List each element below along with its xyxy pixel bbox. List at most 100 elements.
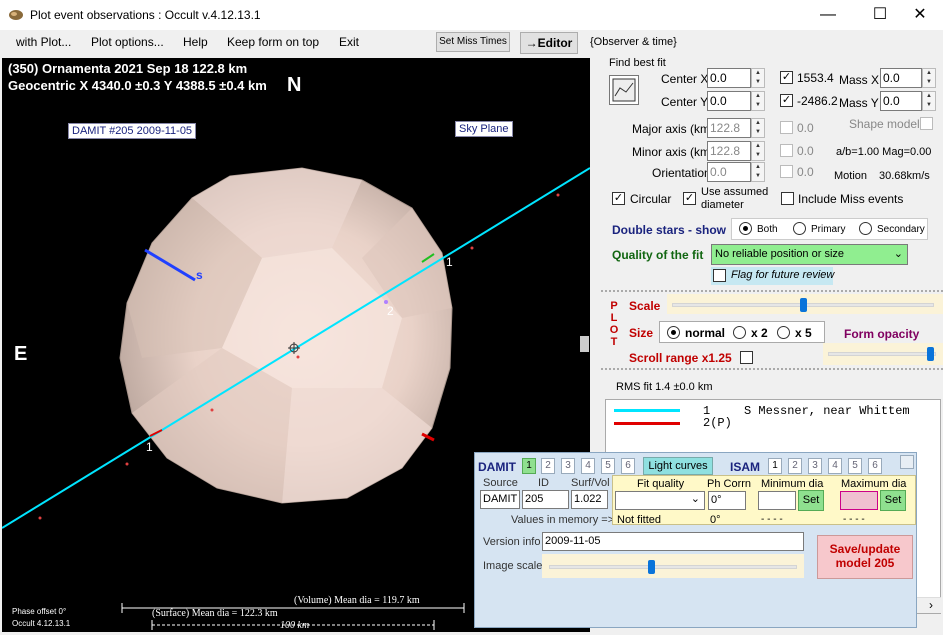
minor-axis-spinner[interactable]: ▲ ▼ (751, 141, 765, 161)
menu-with-plot[interactable]: with Plot... (16, 35, 71, 49)
damit-model-button-4[interactable]: 4 (581, 458, 595, 474)
size-normal-radio[interactable] (667, 326, 680, 339)
damit-model-button-1[interactable]: 1 (522, 458, 536, 474)
isam-model-button-4[interactable]: 4 (828, 458, 842, 474)
min-dia-field[interactable] (758, 491, 796, 510)
editor-button[interactable]: →Editor (520, 32, 578, 54)
opacity-slider-thumb[interactable] (926, 347, 934, 361)
mass-y-label: Mass Y (839, 96, 879, 110)
scale-bar-label: 100 km (280, 620, 310, 631)
find-best-fit-button[interactable] (609, 75, 639, 105)
save-update-model-button[interactable]: Save/update model 205 (817, 535, 913, 579)
id-header: ID (538, 477, 549, 489)
isam-model-button-6[interactable]: 6 (868, 458, 882, 474)
isam-model-button-3[interactable]: 3 (808, 458, 822, 474)
fit-quality-select[interactable]: ⌄ (615, 491, 705, 510)
phase-offset: Phase offset 0° (12, 607, 67, 616)
size-x2-radio[interactable] (733, 326, 746, 339)
minimize-button[interactable]: — (805, 0, 851, 30)
size-x2-label: x 2 (751, 326, 768, 340)
use-assumed-checkbox[interactable]: ✓ (683, 192, 696, 205)
damit-model-button-3[interactable]: 3 (561, 458, 575, 474)
damit-panel-close[interactable] (900, 455, 914, 469)
source-field[interactable]: DAMIT (480, 490, 520, 509)
include-miss-checkbox[interactable] (781, 192, 794, 205)
orientation-label: Orientation (652, 166, 711, 180)
version-info-field[interactable]: 2009-11-05 (542, 532, 804, 551)
mass-y-checkbox[interactable]: ✓ (780, 94, 793, 107)
major-axis-spinner[interactable]: ▲ ▼ (751, 118, 765, 138)
close-button[interactable]: ✕ (897, 0, 943, 30)
version-info-label: Version info (483, 536, 541, 548)
mass-x-input[interactable]: 0.0 (880, 68, 922, 88)
set-miss-times-button[interactable]: Set Miss Times (436, 32, 510, 52)
min-dia-set-button[interactable]: Set (798, 490, 824, 511)
major-axis-input[interactable]: 122.8 (707, 118, 751, 138)
menu-keep-on-top[interactable]: Keep form on top (227, 35, 319, 49)
isam-model-button-2[interactable]: 2 (788, 458, 802, 474)
orientation-spinner[interactable]: ▲ ▼ (751, 162, 765, 182)
center-y-input[interactable]: 0.0 (707, 91, 751, 111)
center-y-label: Center Y (661, 95, 709, 109)
max-dia-field[interactable] (840, 491, 878, 510)
both-radio[interactable] (739, 222, 752, 235)
minor-axis-input[interactable]: 122.8 (707, 141, 751, 161)
mass-y-spinner[interactable]: ▲ ▼ (922, 91, 936, 111)
chevron-down-icon: ⌄ (893, 248, 903, 260)
mass-x-label: Mass X (839, 73, 880, 87)
id-field[interactable]: 205 (522, 490, 569, 509)
isam-model-button-5[interactable]: 5 (848, 458, 862, 474)
minor-axis-checkbox[interactable] (780, 144, 793, 157)
damit-model-tag: DAMIT #205 2009-11-05 (68, 123, 197, 139)
ph-corrn-field[interactable]: 0° (708, 491, 746, 510)
light-curves-button[interactable]: Light curves (643, 457, 713, 475)
scroll-right-icon[interactable]: › (929, 598, 933, 612)
min-dia-header: Minimum dia (761, 478, 824, 490)
scale-label: Scale (629, 299, 661, 313)
opacity-slider[interactable] (828, 352, 936, 356)
title-bar: Plot event observations : Occult v.4.12.… (0, 0, 943, 30)
include-miss-label: Include Miss events (798, 192, 904, 206)
mass-y-input[interactable]: 0.0 (880, 91, 922, 111)
flag-review-label: Flag for future review (731, 269, 835, 281)
orientation-input[interactable]: 0.0 (707, 162, 751, 182)
flag-review-checkbox[interactable] (713, 269, 726, 282)
fit-grid-icon (612, 78, 636, 102)
menu-plot-options[interactable]: Plot options... (91, 35, 164, 49)
circular-checkbox[interactable]: ✓ (612, 192, 625, 205)
quality-of-fit-value: No reliable position or size (715, 248, 845, 260)
scroll-range-label: Scroll range x1.25 (629, 351, 732, 365)
splitter-grip[interactable] (580, 336, 589, 352)
primary-radio[interactable] (793, 222, 806, 235)
quality-of-fit-select[interactable]: No reliable position or size ⌄ (711, 244, 908, 265)
scale-slider-thumb[interactable] (799, 298, 807, 312)
damit-model-button-2[interactable]: 2 (541, 458, 555, 474)
center-x-input[interactable]: 0.0 (707, 68, 751, 88)
image-scale-slider-thumb[interactable] (647, 560, 655, 574)
shape-model-checkbox[interactable] (920, 117, 933, 130)
find-best-fit-label: Find best fit (609, 57, 666, 69)
image-scale-slider[interactable] (549, 565, 797, 569)
use-assumed-label-2: diameter (701, 199, 744, 211)
orientation-checkbox[interactable] (780, 165, 793, 178)
mass-x-checkbox[interactable]: ✓ (780, 71, 793, 84)
max-dia-set-button[interactable]: Set (880, 490, 906, 511)
mass-x-spinner[interactable]: ▲ ▼ (922, 68, 936, 88)
center-x-label: Center X (661, 72, 709, 86)
legend-num-2: 2(P) (703, 416, 732, 430)
surf-vol-header: Surf/Vol (571, 477, 610, 489)
size-x5-radio[interactable] (777, 326, 790, 339)
center-x-spinner[interactable]: ▲ ▼ (751, 68, 765, 88)
secondary-radio[interactable] (859, 222, 872, 235)
menu-exit[interactable]: Exit (339, 35, 359, 49)
surf-vol-field[interactable]: 1.022 (571, 490, 608, 509)
motion-value: 30.68km/s (879, 170, 930, 182)
menu-help[interactable]: Help (183, 35, 208, 49)
damit-model-button-5[interactable]: 5 (601, 458, 615, 474)
scroll-range-checkbox[interactable] (740, 351, 753, 364)
damit-model-button-6[interactable]: 6 (621, 458, 635, 474)
center-y-spinner[interactable]: ▲ ▼ (751, 91, 765, 111)
isam-model-button-1[interactable]: 1 (768, 458, 782, 474)
mem-min-dia: - - - - (761, 514, 783, 525)
major-axis-checkbox[interactable] (780, 121, 793, 134)
